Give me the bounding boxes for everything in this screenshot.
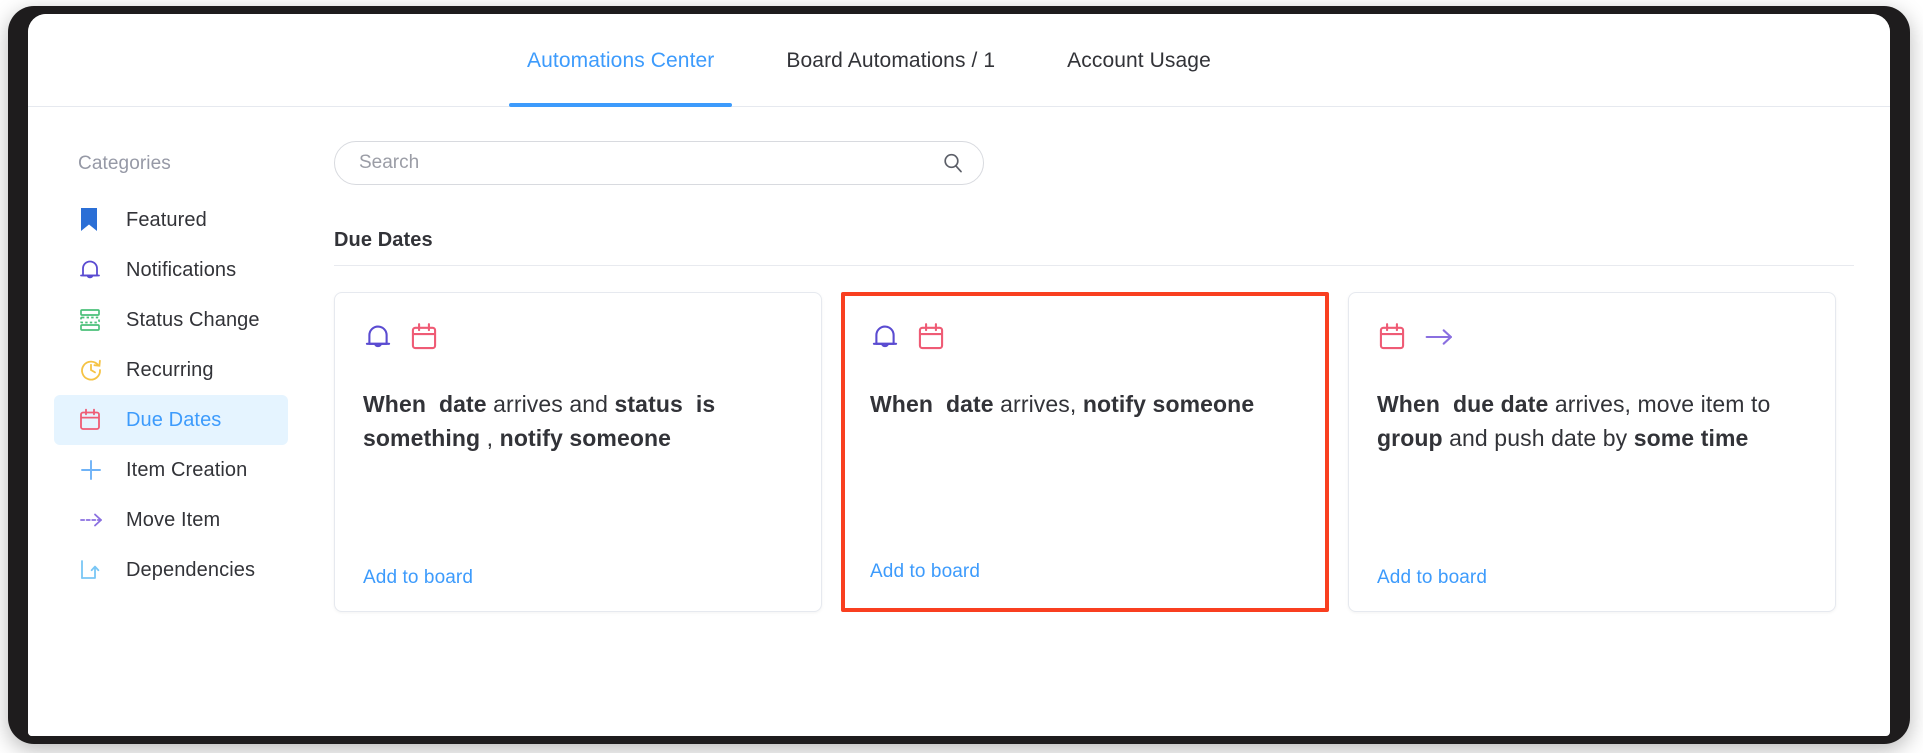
automation-card-list: When date arrives and status is somethin… [334,292,1890,612]
tab-bar: Automations Center Board Automations / 1… [28,14,1890,107]
dependency-icon [78,557,112,583]
card-recipe-text: When date arrives, notify someone [870,387,1300,421]
calendar-icon [409,321,439,358]
tab-automations-center[interactable]: Automations Center [491,14,750,107]
tab-board-automations[interactable]: Board Automations / 1 [750,14,1031,107]
sidebar-item-label: Dependencies [126,559,255,582]
tab-label: Automations Center [527,49,714,73]
card-recipe-text: When date arrives and status is somethin… [363,387,793,455]
sidebar-item-move-item[interactable]: Move Item [54,495,288,545]
calendar-icon [916,321,946,358]
sidebar-item-label: Status Change [126,309,260,332]
card-footer: Add to board [1377,567,1487,589]
add-to-board-link[interactable]: Add to board [363,567,473,588]
categories-sidebar: Categories Featured [28,107,314,736]
status-bars-icon [78,307,112,333]
tab-account-usage[interactable]: Account Usage [1031,14,1247,107]
sidebar-item-label: Item Creation [126,459,247,482]
section-due-dates: Due Dates [334,229,1854,266]
add-to-board-link[interactable]: Add to board [1377,567,1487,588]
tab-label: Board Automations / 1 [786,49,995,73]
add-to-board-link[interactable]: Add to board [870,561,980,582]
automation-card[interactable]: When due date arrives, move item to grou… [1348,292,1836,612]
section-divider [334,265,1854,266]
sidebar-item-notifications[interactable]: Notifications [54,245,288,295]
tab-list: Automations Center Board Automations / 1… [491,14,1247,107]
page-body: Categories Featured [28,107,1890,736]
card-footer: Add to board [870,561,980,583]
card-icon-group [870,321,1300,357]
bell-icon [78,257,112,283]
automation-card[interactable]: When date arrives and status is somethin… [334,292,822,612]
sidebar-item-label: Recurring [126,359,214,382]
sidebar-item-status-change[interactable]: Status Change [54,295,288,345]
automation-card[interactable]: When date arrives, notify someone Add to… [841,292,1329,612]
sidebar-item-label: Notifications [126,259,236,282]
plus-icon [78,457,112,483]
sidebar-item-dependencies[interactable]: Dependencies [54,545,288,595]
card-icon-group [1377,321,1807,357]
sidebar-item-featured[interactable]: Featured [54,195,288,245]
calendar-icon [1377,321,1407,358]
sidebar-item-label: Move Item [126,509,220,532]
arrow-right-icon [78,507,112,533]
calendar-icon [78,407,112,433]
tab-label: Account Usage [1067,49,1211,73]
sidebar-item-recurring[interactable]: Recurring [54,345,288,395]
app-page: Automations Center Board Automations / 1… [28,14,1890,736]
bookmark-icon [78,207,112,233]
card-recipe-text: When due date arrives, move item to grou… [1377,387,1807,455]
arrow-right-icon [1423,321,1457,358]
window-frame: Automations Center Board Automations / 1… [8,6,1910,744]
bell-icon [363,321,393,358]
sidebar-item-label: Featured [126,209,207,232]
clock-refresh-icon [78,357,112,383]
card-icon-group [363,321,793,357]
sidebar-heading: Categories [28,153,314,175]
sidebar-item-label: Due Dates [126,409,221,432]
search-bar [334,141,984,185]
card-footer: Add to board [363,567,473,589]
sidebar-item-due-dates[interactable]: Due Dates [54,395,288,445]
main-panel: Due Dates [314,107,1890,736]
section-title: Due Dates [334,229,1854,265]
sidebar-item-item-creation[interactable]: Item Creation [54,445,288,495]
search-input[interactable] [334,141,984,185]
bell-icon [870,321,900,358]
